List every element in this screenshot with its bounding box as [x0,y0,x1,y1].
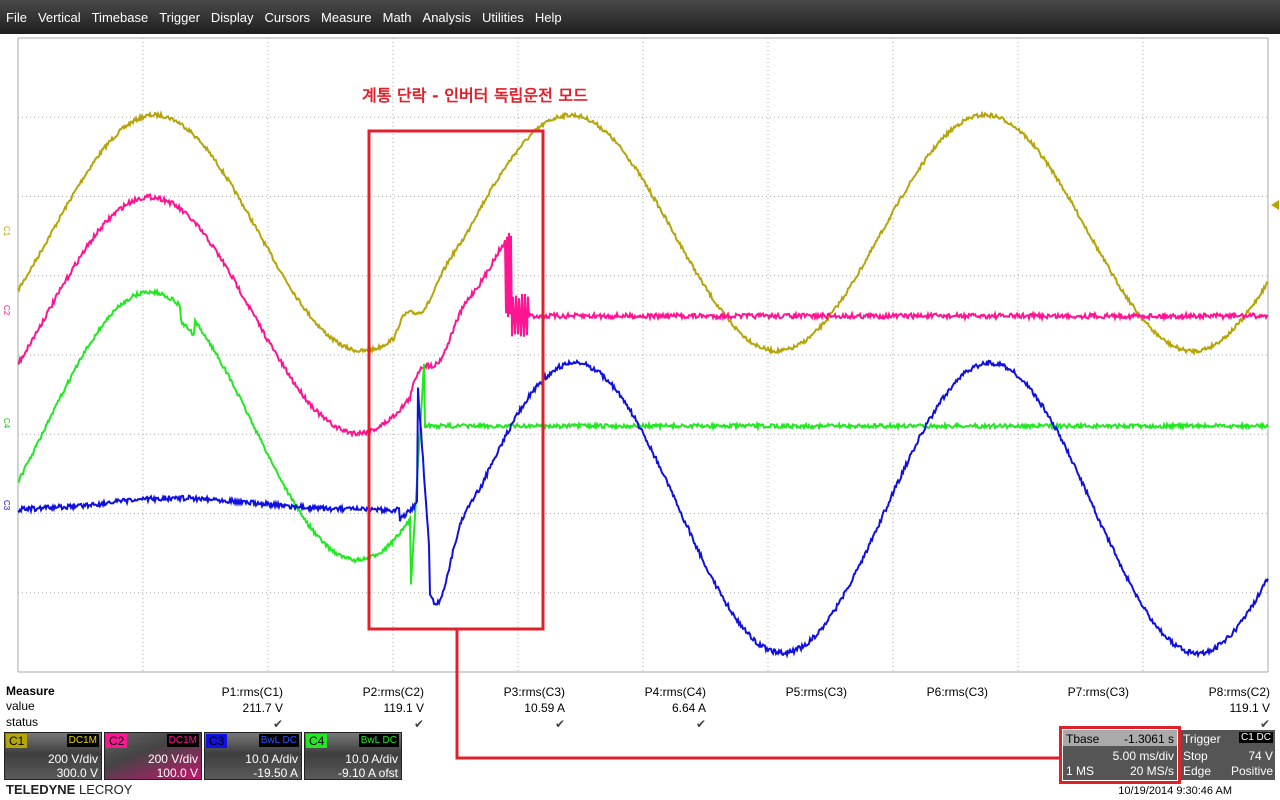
vertical-scale: 10.0 A/div [245,752,298,766]
param-name: P3:rms(C3) [503,685,565,699]
vertical-scale: 200 V/div [147,752,198,766]
param-value: 10.59 A [524,701,565,715]
param-value: 119.1 V [1229,701,1270,715]
trigger-source: C1 DC [1238,732,1273,743]
param-value [989,700,1129,716]
waveform-display: 계통 단락 - 인버터 독립운전 모드 C1 C2 C4 C3 [2,37,1279,680]
channel-tag: C2 [106,734,128,748]
measure-param-p6[interactable]: P6:rms(C3) [848,684,988,732]
offset: 300.0 V [56,766,98,780]
offset: -9.10 A ofst [337,766,398,780]
menu-file[interactable]: File [6,10,27,25]
param-value: 119.1 V [383,701,424,715]
param-value [707,700,847,716]
measure-title: Measure [6,684,55,698]
channel-c3-descriptor[interactable]: C3 BwL DC 10.0 A/div -19.50 A [204,732,302,780]
channel-c1-descriptor[interactable]: C1 DC1M 200 V/div 300.0 V [4,732,102,780]
channel-tag: C3 [206,734,228,748]
menu-analysis[interactable]: Analysis [423,10,471,25]
menu-trigger[interactable]: Trigger [159,10,200,25]
param-name: P2:rms(C2) [362,685,424,699]
channel-marker-c3: C3 [2,500,11,511]
row-label-status: status [6,715,39,729]
param-status-check-icon: ✔ [554,717,565,731]
menu-display[interactable]: Display [211,10,254,25]
channel-tag: C1 [6,734,28,748]
menu-measure[interactable]: Measure [321,10,372,25]
coupling: BwL DC [358,734,399,747]
trigger-type: Edge [1183,764,1212,778]
measure-param-p3[interactable]: P3:rms(C3) 10.59 A ✔ [425,684,565,732]
channel-c4-descriptor[interactable]: C4 BwL DC 10.0 A/div -9.10 A ofst [304,732,402,780]
vertical-scale: 10.0 A/div [345,752,398,766]
coupling: DC1M [66,734,99,747]
measure-param-p7[interactable]: P7:rms(C3) [989,684,1129,732]
measure-param-p8[interactable]: P8:rms(C2) 119.1 V ✔ [1130,684,1270,732]
measure-param-p1[interactable]: P1:rms(C1) 211.7 V ✔ [143,684,283,732]
channel-c2-descriptor[interactable]: C2 DC1M 200 V/div 100.0 V [104,732,202,780]
highlight-box [367,129,545,631]
coupling: BwL DC [258,734,299,747]
trigger-level-marker [1271,200,1279,210]
menu-math[interactable]: Math [383,10,412,25]
menu-bar: File Vertical Timebase Trigger Display Cursor… [0,0,1280,34]
brand-logo: TELEDYNE LECROY [6,782,133,797]
param-value [848,700,988,716]
param-status-check-icon: ✔ [413,717,424,731]
param-name: P6:rms(C3) [926,685,988,699]
coupling: DC1M [166,734,199,747]
menu-vertical[interactable]: Vertical [38,10,81,25]
offset: -19.50 A [253,766,298,780]
param-value: 6.64 A [671,701,706,715]
trace-c3 [17,358,1269,659]
datetime: 10/19/2014 9:30:46 AM [1118,785,1232,797]
channel-marker-c1: C1 [2,226,11,237]
trigger-mode: Stop [1183,749,1208,763]
menu-cursors[interactable]: Cursors [265,10,311,25]
param-value: 211.7 V [242,701,283,715]
trigger-level: 74 V [1248,749,1273,763]
annotation-text: 계통 단락 - 인버터 독립운전 모드 [362,86,588,105]
param-name: P4:rms(C4) [644,685,706,699]
graticule [17,37,1269,673]
menu-utilities[interactable]: Utilities [482,10,524,25]
channel-tag: C4 [306,734,328,748]
param-status-check-icon [848,716,988,732]
measure-table: Measure value status P1:rms(C1) 211.7 V ✔ P… [0,684,1280,732]
vertical-scale: 200 V/div [47,752,98,766]
offset: 100.0 V [156,766,198,780]
timebase-highlight [1059,726,1181,784]
param-status-check-icon [707,716,847,732]
param-name: P1:rms(C1) [221,685,283,699]
trigger-panel[interactable]: Trigger C1 DC Stop 74 V Edge Positive [1181,730,1275,780]
channel-marker-c4: C4 [2,418,11,429]
param-status-check-icon: ✔ [695,717,706,731]
trigger-slope: Positive [1230,764,1273,778]
measure-param-p4[interactable]: P4:rms(C4) 6.64 A ✔ [566,684,706,732]
measure-param-p5[interactable]: P5:rms(C3) [707,684,847,732]
param-name: P8:rms(C2) [1208,685,1270,699]
trigger-label: Trigger [1183,732,1221,746]
menu-timebase[interactable]: Timebase [92,10,149,25]
measure-param-p2[interactable]: P2:rms(C2) 119.1 V ✔ [284,684,424,732]
menu-help[interactable]: Help [535,10,562,25]
channel-marker-c2: C2 [2,305,11,316]
param-status-check-icon: ✔ [272,717,283,731]
param-name: P7:rms(C3) [1067,685,1129,699]
param-name: P5:rms(C3) [785,685,847,699]
row-label-value: value [6,699,35,713]
